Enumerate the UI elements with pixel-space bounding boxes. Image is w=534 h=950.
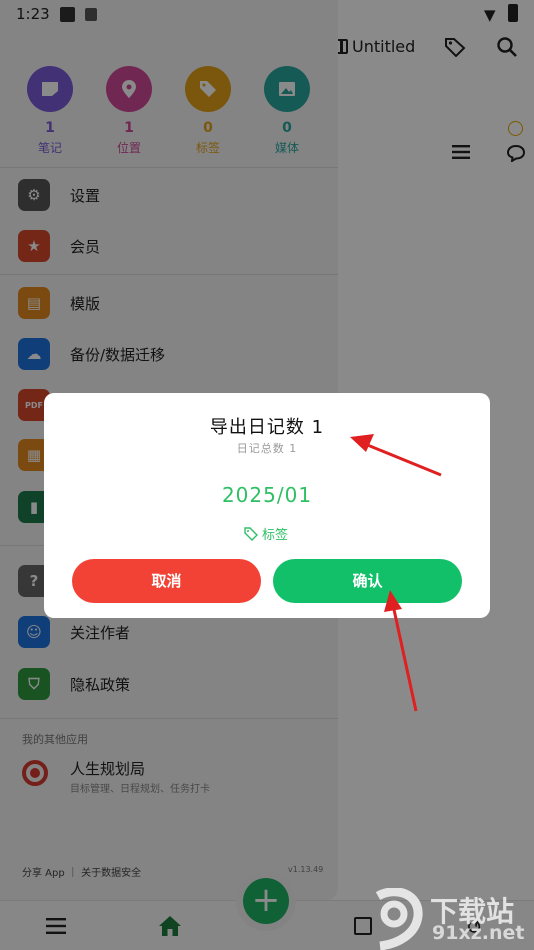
tag-filter-label: 标签	[262, 528, 289, 543]
watermark-url: 91xz.net	[432, 922, 525, 944]
export-dialog: 导出日记数 1 日记总数 1 2025/01 标签 取消 确认	[44, 393, 490, 618]
cancel-button[interactable]: 取消	[72, 559, 261, 603]
confirm-button[interactable]: 确认	[273, 559, 462, 603]
watermark-logo-icon	[375, 887, 423, 950]
tag-filter[interactable]: 标签	[244, 524, 288, 543]
tag-icon	[244, 526, 258, 541]
dialog-title: 导出日记数 1	[209, 417, 325, 438]
watermark: 下载站 91xz.net	[368, 887, 534, 950]
dialog-subtitle: 日记总数 1	[236, 442, 298, 455]
dialog-date[interactable]: 2025/01	[44, 483, 490, 507]
